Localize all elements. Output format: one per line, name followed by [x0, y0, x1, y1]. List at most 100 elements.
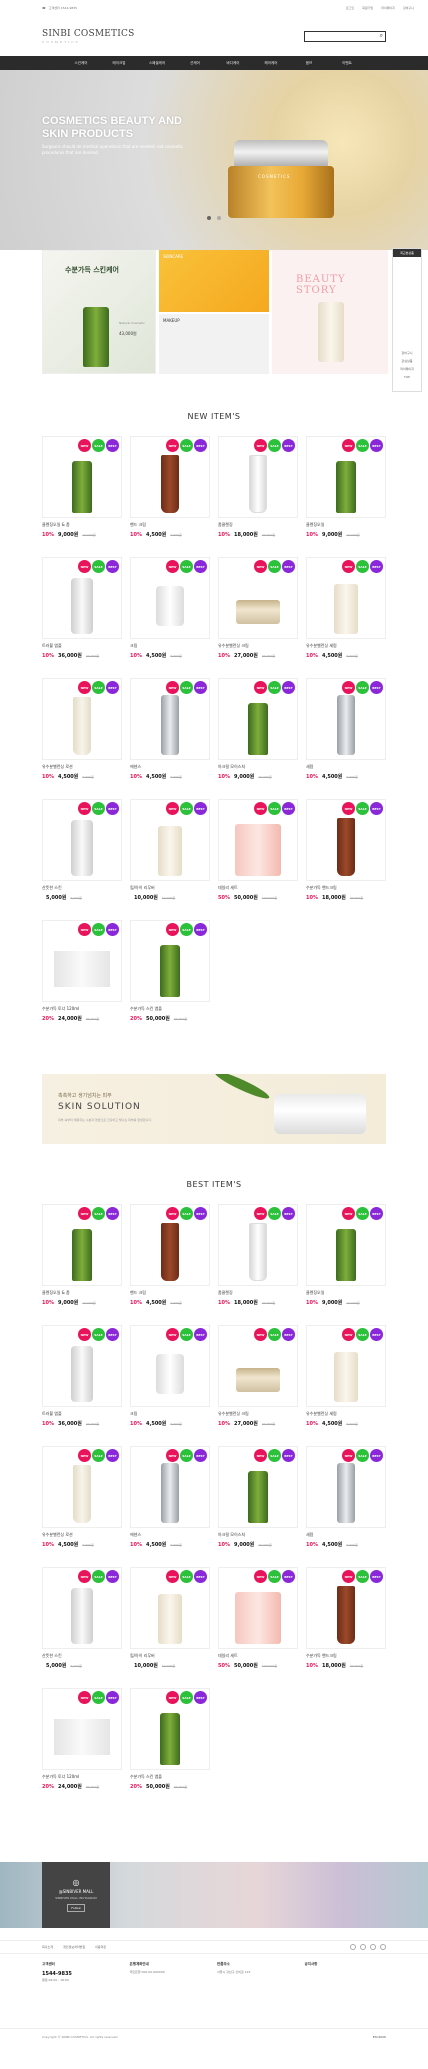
new-product-card[interactable]: NEW SALE BEST 클렌징오일 10% 9,000원 10,000원 — [306, 436, 386, 554]
product-name[interactable]: 산뜻한 스킨 — [42, 1653, 122, 1659]
new-product-card[interactable]: NEW SALE BEST 클렌징오일 & 폼 10% 9,000원 10,000원 — [42, 436, 122, 554]
product-image[interactable]: NEW SALE BEST — [130, 1325, 210, 1407]
product-name[interactable]: 데일리 세트 — [218, 1653, 298, 1659]
new-product-card[interactable]: NEW SALE BEST 수분가득 스킨 앰플 20% 50,000원 60,000원 — [130, 920, 210, 1038]
product-image[interactable]: NEW SALE BEST — [42, 678, 122, 760]
product-image[interactable]: NEW SALE BEST — [306, 1446, 386, 1528]
product-image[interactable]: NEW SALE BEST — [130, 920, 210, 1002]
instagram-box[interactable]: ◎ @SINBIVER MALL SINBIVER MALL INSTAGRAM… — [42, 1862, 110, 1928]
product-image[interactable]: NEW SALE BEST — [306, 436, 386, 518]
product-name[interactable]: 수분가득 핸드크림 — [306, 1653, 386, 1659]
new-product-card[interactable]: NEW SALE BEST 립/아이 리무버 10,000원 10,000원 — [130, 799, 210, 917]
product-name[interactable]: 유수분밸런싱 세럼 — [306, 1411, 386, 1417]
product-image[interactable]: NEW SALE BEST — [130, 678, 210, 760]
hero-banner[interactable]: COSMETICS BEAUTY AND SKIN PRODUCTS Surge… — [0, 70, 428, 250]
product-image[interactable]: NEW SALE BEST — [218, 1204, 298, 1286]
promo-skincare[interactable]: 수분가득 스킨케어 Natural Cosmetic 43,000원 — [42, 250, 156, 374]
product-image[interactable]: NEW SALE BEST — [130, 1688, 210, 1770]
mypage-link[interactable]: 마이페이지 — [381, 6, 395, 10]
product-name[interactable]: 수분가득 스킨 앰플 — [130, 1006, 210, 1012]
product-image[interactable]: NEW SALE BEST — [306, 1567, 386, 1649]
product-image[interactable]: NEW SALE BEST — [130, 1446, 210, 1528]
hero-dot-1[interactable] — [207, 216, 211, 220]
product-image[interactable]: NEW SALE BEST — [218, 1446, 298, 1528]
instagram-follow-button[interactable]: Follow — [67, 1904, 85, 1912]
new-product-card[interactable]: NEW SALE BEST 데일리 세트 50% 50,000원 100,000원 — [218, 799, 298, 917]
product-name[interactable]: 에센스 — [130, 764, 210, 770]
product-image[interactable]: NEW SALE BEST — [42, 1325, 122, 1407]
product-image[interactable]: NEW SALE BEST — [306, 678, 386, 760]
search-input[interactable]: ⌕ — [304, 30, 386, 42]
product-image[interactable]: NEW SALE BEST — [130, 1567, 210, 1649]
product-name[interactable]: 클렌징오일 — [306, 1290, 386, 1296]
product-image[interactable]: NEW SALE BEST — [218, 436, 298, 518]
product-name[interactable]: 수분가득 스킨 앰플 — [130, 1774, 210, 1780]
footer-link-privacy[interactable]: 개인정보처리방침 — [63, 1945, 85, 1949]
best-product-card[interactable]: NEW SALE BEST 립/아이 리무버 10,000원 10,000원 — [130, 1567, 210, 1685]
product-name[interactable]: 트러블 앰플 — [42, 643, 122, 649]
product-name[interactable]: 세럼 — [306, 1532, 386, 1538]
product-image[interactable]: NEW SALE BEST — [218, 557, 298, 639]
product-image[interactable]: NEW SALE BEST — [130, 1204, 210, 1286]
notice-title[interactable]: 공지사항 — [305, 1962, 387, 1968]
new-product-card[interactable]: NEW SALE BEST 유수분밸런싱 로션 10% 4,500원 5,000원 — [42, 678, 122, 796]
best-product-card[interactable]: NEW SALE BEST 유수분밸런싱 크림 10% 27,000원 30,000원 — [218, 1325, 298, 1443]
product-name[interactable]: 폼클렌징 — [218, 522, 298, 528]
product-name[interactable]: 유수분밸런싱 크림 — [218, 1411, 298, 1417]
product-image[interactable]: NEW SALE BEST — [42, 920, 122, 1002]
new-product-card[interactable]: NEW SALE BEST 유수분밸런싱 크림 10% 27,000원 30,000원 — [218, 557, 298, 675]
new-product-card[interactable]: NEW SALE BEST 핸드 크림 10% 4,500원 5,000원 — [130, 436, 210, 554]
product-image[interactable]: NEW SALE BEST — [42, 799, 122, 881]
sidebar-link-top[interactable]: TOP — [393, 375, 421, 379]
footer-link-terms[interactable]: 이용약관 — [95, 1945, 106, 1949]
promo-makeup-tile[interactable]: MAKEUP — [159, 314, 269, 374]
best-product-card[interactable]: NEW SALE BEST 데일리 세트 50% 50,000원 100,000원 — [218, 1567, 298, 1685]
product-image[interactable]: NEW SALE BEST — [218, 1567, 298, 1649]
best-product-card[interactable]: NEW SALE BEST 산뜻한 스킨 5,000원 5,000원 — [42, 1567, 122, 1685]
product-name[interactable]: 트러블 앰플 — [42, 1411, 122, 1417]
promo-skincare-tile[interactable]: SKINCARE — [159, 250, 269, 312]
product-image[interactable]: NEW SALE BEST — [130, 436, 210, 518]
product-image[interactable]: NEW SALE BEST — [42, 1446, 122, 1528]
best-product-card[interactable]: NEW SALE BEST 세럼 10% 4,500원 5,000원 — [306, 1446, 386, 1564]
product-image[interactable]: NEW SALE BEST — [42, 557, 122, 639]
nav-item-6[interactable]: 헤어케어 — [252, 56, 290, 70]
sidebar-link-wish[interactable]: 관심상품 — [393, 359, 421, 363]
instagram-small-icon[interactable] — [360, 1944, 366, 1950]
sidebar-link-cart[interactable]: 장바구니 — [393, 351, 421, 355]
best-product-card[interactable]: NEW SALE BEST 클렌징오일 & 폼 10% 9,000원 10,000원 — [42, 1204, 122, 1322]
sidebar-link-mypage[interactable]: 마이페이지 — [393, 367, 421, 371]
new-product-card[interactable]: NEW SALE BEST 크림 10% 4,500원 5,000원 — [130, 557, 210, 675]
product-image[interactable]: NEW SALE BEST — [218, 799, 298, 881]
nav-item-5[interactable]: 바디케어 — [214, 56, 252, 70]
product-name[interactable]: 수분가득 토너 120ml — [42, 1006, 122, 1012]
escrow-badge[interactable]: ESCROW — [373, 2035, 386, 2040]
product-name[interactable]: 유수분밸런싱 로션 — [42, 764, 122, 770]
product-image[interactable]: NEW SALE BEST — [306, 1204, 386, 1286]
best-product-card[interactable]: NEW SALE BEST 폼클렌징 10% 18,000원 20,000원 — [218, 1204, 298, 1322]
product-image[interactable]: NEW SALE BEST — [42, 1204, 122, 1286]
product-name[interactable]: 유수분밸런싱 세럼 — [306, 643, 386, 649]
product-image[interactable]: NEW SALE BEST — [306, 557, 386, 639]
product-name[interactable]: 핸드 크림 — [130, 522, 210, 528]
new-product-card[interactable]: NEW SALE BEST 산뜻한 스킨 5,000원 5,000원 — [42, 799, 122, 917]
nav-item-1[interactable]: 스킨케어 — [62, 56, 100, 70]
search-icon[interactable]: ⌕ — [380, 32, 383, 40]
blog-icon[interactable] — [370, 1944, 376, 1950]
product-name[interactable]: 수분가득 토너 120ml — [42, 1774, 122, 1780]
product-image[interactable]: NEW SALE BEST — [218, 678, 298, 760]
best-product-card[interactable]: NEW SALE BEST 아크릴 모이스처 10% 9,000원 10,000원 — [218, 1446, 298, 1564]
promo-beauty-story[interactable]: BEAUTY STORY — [272, 250, 388, 374]
product-name[interactable]: 아크릴 모이스처 — [218, 1532, 298, 1538]
new-product-card[interactable]: NEW SALE BEST 유수분밸런싱 세럼 10% 4,500원 5,000원 — [306, 557, 386, 675]
nav-item-3[interactable]: 스페셜케어 — [138, 56, 176, 70]
skin-solution-banner[interactable]: 촉촉하고 생기넘치는 피부 SKIN SOLUTION 피부 속부터 채워주는 … — [42, 1074, 386, 1144]
nav-item-7[interactable]: 옴므 — [290, 56, 328, 70]
new-product-card[interactable]: NEW SALE BEST 수분가득 핸드크림 10% 18,000원 20,000원 — [306, 799, 386, 917]
product-name[interactable]: 데일리 세트 — [218, 885, 298, 891]
best-product-card[interactable]: NEW SALE BEST 에센스 10% 4,500원 5,000원 — [130, 1446, 210, 1564]
product-name[interactable]: 립/아이 리무버 — [130, 1653, 210, 1659]
product-name[interactable]: 산뜻한 스킨 — [42, 885, 122, 891]
product-image[interactable]: NEW SALE BEST — [130, 557, 210, 639]
product-name[interactable]: 폼클렌징 — [218, 1290, 298, 1296]
